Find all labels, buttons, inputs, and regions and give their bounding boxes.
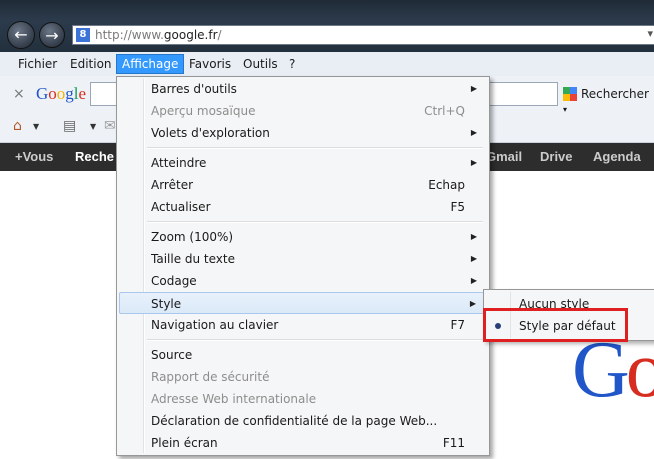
- submenu-arrow-icon: ▶: [470, 276, 477, 285]
- browser-titlebar: ← → 8 http://www.google.fr/ ▾: [0, 0, 654, 52]
- google-search-icon: [563, 87, 577, 101]
- menu-item-label: Adresse Web internationale: [151, 392, 317, 406]
- view-menu-dropdown: Barres d'outils ▶ Aperçu mosaïque Ctrl+Q…: [116, 76, 490, 456]
- toolbar-search-label: Rechercher: [581, 87, 649, 101]
- home-dropdown-icon[interactable]: ▼: [33, 122, 39, 131]
- submenu-arrow-icon: ▶: [469, 299, 476, 308]
- submenu-arrow-icon: ▶: [470, 232, 477, 241]
- view-menu-item-zoom[interactable]: Zoom (100%) ▶: [119, 226, 487, 248]
- menu-item-label: Source: [151, 348, 193, 362]
- back-arrow-icon: ←: [14, 25, 28, 44]
- address-domain: google.fr: [163, 28, 218, 42]
- view-menu-item-privacy-report[interactable]: Déclaration de confidentialité de la pag…: [119, 410, 487, 432]
- view-menu-item-style[interactable]: Style ▶: [119, 292, 487, 314]
- menu-item-shortcut: F7: [450, 318, 465, 332]
- gbar-recherche[interactable]: Reche: [75, 149, 114, 164]
- view-menu-item-intl-address: Adresse Web internationale: [119, 388, 487, 410]
- highlight-annotation-box: [483, 308, 628, 342]
- home-icon[interactable]: ⌂: [13, 118, 22, 134]
- address-suffix: /: [217, 28, 222, 42]
- menu-item-label: Arrêter: [151, 178, 194, 192]
- menu-item-label: Codage: [151, 274, 197, 288]
- gbar-agenda[interactable]: Agenda: [593, 149, 641, 164]
- view-menu-item-encoding[interactable]: Codage ▶: [119, 270, 487, 292]
- menu-item-label: Style: [151, 297, 182, 311]
- menu-item-label: Aperçu mosaïque: [151, 104, 256, 118]
- view-menu-item-explorer-bars[interactable]: Volets d'exploration ▶: [119, 122, 487, 144]
- forward-arrow-icon: →: [45, 26, 59, 45]
- close-toolbar-icon[interactable]: ×: [13, 86, 25, 102]
- submenu-arrow-icon: ▶: [470, 254, 477, 263]
- rss-dropdown-icon[interactable]: ▼: [90, 122, 96, 131]
- menu-separator: [147, 221, 483, 223]
- menu-item-label: Actualiser: [151, 200, 211, 214]
- menu-item-label: Atteindre: [151, 156, 207, 170]
- menu-item-label: Plein écran: [151, 436, 218, 450]
- toolbar-search-button[interactable]: Rechercher ▾: [563, 87, 654, 115]
- back-button[interactable]: ←: [7, 21, 35, 49]
- view-menu-item-full-screen[interactable]: Plein écran F11: [119, 432, 487, 454]
- view-menu-item-security-report: Rapport de sécurité: [119, 366, 487, 388]
- menu-bar: Fichier Edition Affichage Favoris Outils…: [0, 52, 654, 77]
- view-menu-item-text-size[interactable]: Taille du texte ▶: [119, 248, 487, 270]
- address-dropdown-icon[interactable]: ▾: [647, 27, 653, 40]
- submenu-arrow-icon: ▶: [470, 128, 477, 137]
- menu-fichier[interactable]: Fichier: [13, 55, 62, 73]
- menu-item-shortcut: F11: [442, 436, 465, 450]
- google-toolbar-logo: Google: [36, 84, 87, 103]
- menu-help[interactable]: ?: [284, 55, 300, 73]
- menu-item-shortcut: Ctrl+Q: [424, 104, 465, 118]
- mail-icon[interactable]: ✉: [104, 118, 116, 134]
- menu-item-label: Rapport de sécurité: [151, 370, 270, 384]
- menu-separator: [147, 339, 483, 341]
- google-page-logo: Go: [572, 326, 654, 414]
- view-menu-item-source[interactable]: Source: [119, 344, 487, 366]
- forward-button[interactable]: →: [39, 22, 65, 48]
- menu-outils[interactable]: Outils: [238, 55, 283, 73]
- submenu-arrow-icon: ▶: [470, 158, 477, 167]
- menu-item-label: Déclaration de confidentialité de la pag…: [151, 414, 438, 428]
- menu-item-label: Volets d'exploration: [151, 126, 270, 140]
- menu-separator: [147, 147, 483, 149]
- menu-item-label: Taille du texte: [151, 252, 235, 266]
- address-bar[interactable]: 8 http://www.google.fr/ ▾: [72, 25, 654, 45]
- view-menu-item-refresh[interactable]: Actualiser F5: [119, 196, 487, 218]
- menu-item-label: Zoom (100%): [151, 230, 234, 244]
- menu-item-label: Barres d'outils: [151, 82, 237, 96]
- view-menu-item-go-to[interactable]: Atteindre ▶: [119, 152, 487, 174]
- menu-item-label: Navigation au clavier: [151, 318, 279, 332]
- view-menu-item-stop[interactable]: Arrêter Echap: [119, 174, 487, 196]
- address-prefix: http://www.: [95, 28, 164, 42]
- google-favicon-icon: 8: [76, 28, 90, 42]
- menu-item-shortcut: Echap: [428, 178, 465, 192]
- rss-feed-icon[interactable]: ▤: [63, 118, 76, 134]
- view-menu-item-caret-browsing[interactable]: Navigation au clavier F7: [119, 314, 487, 336]
- gbar-gmail[interactable]: Gmail: [486, 149, 522, 164]
- address-text[interactable]: http://www.google.fr/: [95, 28, 222, 42]
- view-menu-item-toolbars[interactable]: Barres d'outils ▶: [119, 78, 487, 100]
- gbar-plus-vous[interactable]: +Vous: [15, 149, 53, 164]
- view-menu-item-quick-tabs: Aperçu mosaïque Ctrl+Q: [119, 100, 487, 122]
- menu-item-shortcut: F5: [450, 200, 465, 214]
- menu-favoris[interactable]: Favoris: [184, 55, 236, 73]
- menu-affichage[interactable]: Affichage: [116, 54, 185, 74]
- gbar-drive[interactable]: Drive: [540, 149, 573, 164]
- submenu-arrow-icon: ▶: [470, 84, 477, 93]
- menu-edition[interactable]: Edition: [65, 55, 117, 73]
